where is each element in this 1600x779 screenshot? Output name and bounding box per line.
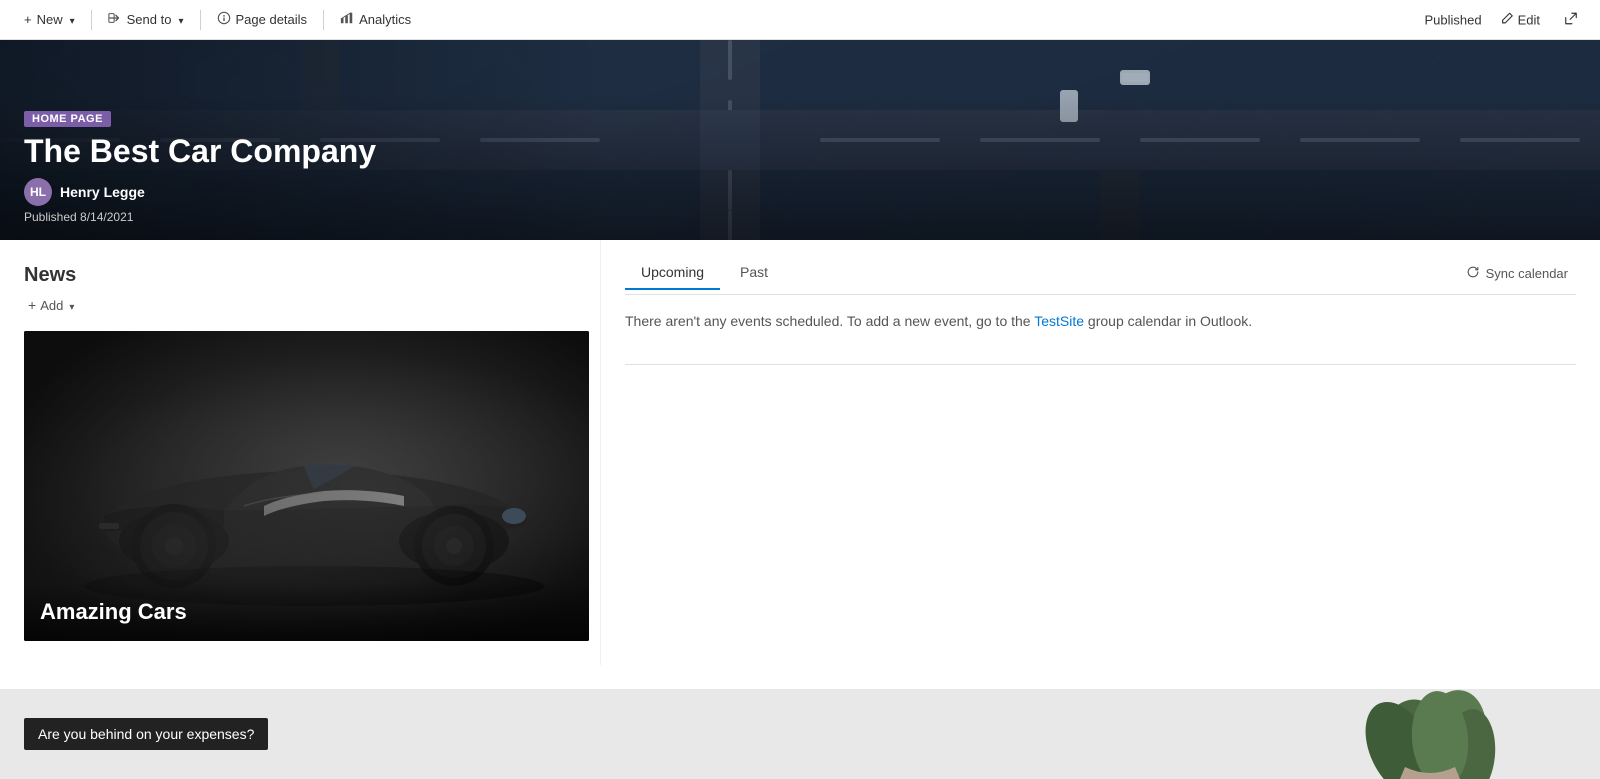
- add-news-label: Add: [40, 298, 63, 313]
- events-tabs: Upcoming Past: [625, 256, 788, 290]
- banner-content: Are you behind on your expenses?: [0, 702, 292, 766]
- past-tab[interactable]: Past: [724, 256, 784, 290]
- add-news-chevron: [67, 298, 74, 313]
- analytics-icon: [340, 11, 354, 28]
- send-to-chevron: [176, 12, 183, 27]
- toolbar-right: Published Edit: [1424, 7, 1584, 32]
- new-icon: +: [24, 12, 32, 27]
- send-to-icon: [108, 11, 122, 28]
- published-status: Published: [1424, 12, 1481, 27]
- toolbar: + New Send to Page: [0, 0, 1600, 40]
- avatar: HL: [24, 178, 52, 206]
- add-news-button[interactable]: + Add: [24, 295, 576, 315]
- hero-section: HOME PAGE The Best Car Company HL Henry …: [0, 40, 1600, 240]
- analytics-label: Analytics: [359, 12, 411, 27]
- main-content: News + Add: [0, 240, 1600, 665]
- page-title: The Best Car Company: [24, 133, 1576, 170]
- page-details-icon: [217, 11, 231, 28]
- news-panel: News + Add: [0, 240, 600, 665]
- homepage-badge: HOME PAGE: [24, 111, 111, 127]
- bottom-banner: Are you behind on your expenses?: [0, 689, 1600, 779]
- published-date: Published 8/14/2021: [24, 210, 1576, 224]
- news-card-title: Amazing Cars: [40, 599, 573, 625]
- news-card[interactable]: Amazing Cars: [24, 331, 589, 641]
- sync-calendar-button[interactable]: Sync calendar: [1458, 261, 1576, 286]
- analytics-button[interactable]: Analytics: [332, 7, 419, 32]
- new-chevron: [68, 12, 75, 27]
- add-news-icon: +: [28, 297, 36, 313]
- toolbar-left: + New Send to Page: [16, 7, 419, 32]
- events-panel: Upcoming Past Sync calendar There aren't…: [600, 240, 1600, 665]
- page-details-label: Page details: [236, 12, 308, 27]
- edit-button[interactable]: Edit: [1494, 7, 1546, 32]
- expand-button[interactable]: [1558, 7, 1584, 32]
- author-row: HL Henry Legge: [24, 178, 1576, 206]
- events-section-divider: [625, 364, 1576, 365]
- page-details-button[interactable]: Page details: [209, 7, 316, 32]
- events-header: Upcoming Past Sync calendar: [625, 256, 1576, 290]
- edit-icon: [1500, 11, 1514, 28]
- banner-tag: Are you behind on your expenses?: [24, 718, 268, 750]
- author-name: Henry Legge: [60, 184, 145, 200]
- expand-icon: [1564, 11, 1578, 28]
- toolbar-divider-2: [200, 10, 201, 30]
- toolbar-divider-3: [323, 10, 324, 30]
- hero-content: HOME PAGE The Best Car Company HL Henry …: [0, 93, 1600, 240]
- events-empty-message: There aren't any events scheduled. To ad…: [625, 311, 1576, 332]
- send-to-button[interactable]: Send to: [100, 7, 192, 32]
- upcoming-tab[interactable]: Upcoming: [625, 256, 720, 290]
- news-heading: News: [24, 264, 576, 287]
- news-card-label: Amazing Cars: [24, 583, 589, 641]
- sync-icon: [1466, 265, 1480, 282]
- sync-calendar-label: Sync calendar: [1486, 266, 1568, 281]
- events-tab-divider: [625, 294, 1576, 295]
- toolbar-divider-1: [91, 10, 92, 30]
- send-to-label: Send to: [127, 12, 172, 27]
- new-button[interactable]: + New: [16, 8, 83, 31]
- edit-label: Edit: [1518, 12, 1540, 27]
- new-label: New: [37, 12, 63, 27]
- testsite-link[interactable]: TestSite: [1034, 313, 1084, 329]
